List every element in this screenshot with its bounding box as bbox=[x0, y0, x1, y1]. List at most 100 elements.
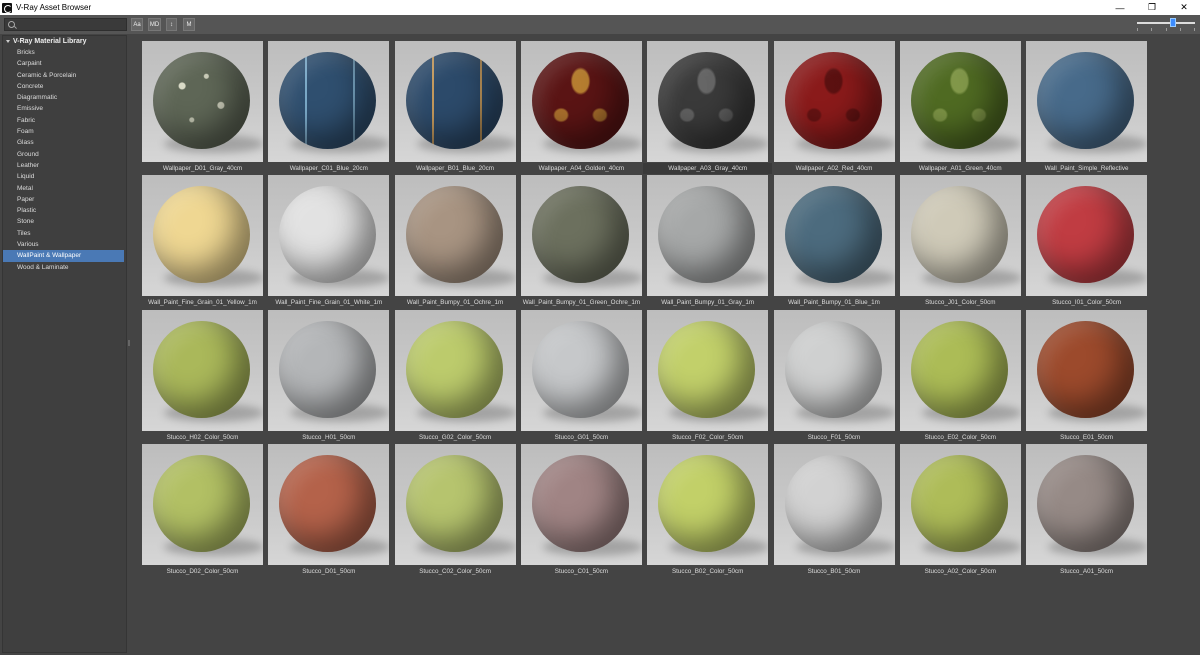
material-thumbnail[interactable] bbox=[520, 175, 642, 297]
material-thumbnail[interactable] bbox=[773, 175, 895, 297]
material-thumbnail[interactable] bbox=[268, 175, 390, 297]
material-tile[interactable]: Stucco_G01_50cm bbox=[520, 309, 642, 443]
material-thumbnail[interactable] bbox=[142, 309, 263, 431]
material-thumbnail[interactable] bbox=[394, 309, 516, 431]
slider-handle[interactable] bbox=[1169, 18, 1176, 27]
material-tile[interactable]: Stucco_F02_Color_50cm bbox=[647, 309, 769, 443]
material-tile[interactable]: Wall_Paint_Bumpy_01_Gray_1m bbox=[647, 175, 769, 308]
material-thumbnail[interactable] bbox=[520, 41, 642, 162]
sidebar-item-diagrammatic[interactable]: Diagrammatic bbox=[3, 92, 126, 103]
material-thumbnail[interactable] bbox=[1026, 309, 1148, 431]
material-tile[interactable]: Stucco_F01_50cm bbox=[773, 309, 895, 443]
material-tile[interactable]: Stucco_E02_Color_50cm bbox=[899, 309, 1021, 443]
sidebar-item-ceramic-porcelain[interactable]: Ceramic & Porcelain bbox=[3, 70, 126, 81]
material-thumbnail[interactable] bbox=[899, 175, 1021, 297]
material-tile[interactable]: Wallpaper_C01_Blue_20cm bbox=[268, 41, 390, 174]
sidebar-item-various[interactable]: Various bbox=[3, 239, 126, 250]
material-tile[interactable]: Stucco_D01_50cm bbox=[268, 443, 390, 577]
sidebar-item-bricks[interactable]: Bricks bbox=[3, 47, 126, 58]
sidebar-item-metal[interactable]: Metal bbox=[3, 183, 126, 194]
material-thumbnail[interactable] bbox=[142, 175, 263, 297]
match-case-button[interactable]: Aa bbox=[131, 18, 143, 31]
material-tile[interactable]: Wallpaper_A02_Red_40cm bbox=[773, 41, 895, 174]
material-tile[interactable]: Wall_Paint_Bumpy_01_Ochre_1m bbox=[394, 175, 516, 308]
sidebar-item-leather[interactable]: Leather bbox=[3, 160, 126, 171]
material-tile[interactable]: Wall_Paint_Fine_Grain_01_White_1m bbox=[268, 175, 390, 308]
sidebar-item-concrete[interactable]: Concrete bbox=[3, 81, 126, 92]
material-thumbnail[interactable] bbox=[773, 309, 895, 431]
material-thumbnail[interactable] bbox=[647, 443, 769, 565]
material-thumbnail[interactable] bbox=[394, 175, 516, 297]
material-thumbnail[interactable] bbox=[899, 443, 1021, 565]
material-tile[interactable]: Wall_Paint_Fine_Grain_01_Yellow_1m bbox=[142, 175, 263, 308]
search-box[interactable] bbox=[4, 18, 127, 31]
material-tile[interactable]: Wallpaper_A01_Green_40cm bbox=[899, 41, 1021, 174]
sidebar-item-carpaint[interactable]: Carpaint bbox=[3, 58, 126, 69]
m-filter-button[interactable]: M bbox=[183, 18, 195, 31]
thumbnail-size-slider[interactable] bbox=[1137, 22, 1195, 24]
sidebar-item-stone[interactable]: Stone bbox=[3, 216, 126, 227]
sidebar-item-tiles[interactable]: Tiles bbox=[3, 228, 126, 239]
material-thumbnail[interactable] bbox=[647, 41, 769, 162]
material-tile[interactable]: Stucco_J01_Color_50cm bbox=[899, 175, 1021, 308]
material-tile[interactable]: Stucco_D02_Color_50cm bbox=[142, 443, 263, 577]
material-thumbnail[interactable] bbox=[1026, 175, 1148, 297]
sort-button[interactable]: ↕ bbox=[166, 18, 177, 31]
material-thumbnail[interactable] bbox=[1026, 41, 1148, 162]
material-tile[interactable]: Wall_Paint_Bumpy_01_Green_Ochre_1m bbox=[520, 175, 642, 308]
material-tile[interactable]: Stucco_C01_50cm bbox=[520, 443, 642, 577]
sidebar-item-foam[interactable]: Foam bbox=[3, 126, 126, 137]
md-filter-button[interactable]: MD bbox=[148, 18, 161, 31]
sidebar-item-wood-laminate[interactable]: Wood & Laminate bbox=[3, 262, 126, 273]
sidebar-item-glass[interactable]: Glass bbox=[3, 137, 126, 148]
expand-arrow-icon[interactable] bbox=[6, 40, 10, 43]
material-tile[interactable]: Wallpaper_A04_Golden_40cm bbox=[520, 41, 642, 174]
material-thumbnail[interactable] bbox=[899, 41, 1021, 162]
material-tile[interactable]: Wallpaper_B01_Blue_20cm bbox=[394, 41, 516, 174]
maximize-button[interactable]: ❐ bbox=[1136, 0, 1168, 15]
sidebar-item-ground[interactable]: Ground bbox=[3, 149, 126, 160]
material-thumbnail[interactable] bbox=[773, 443, 895, 565]
material-thumbnail[interactable] bbox=[899, 309, 1021, 431]
material-thumbnail[interactable] bbox=[1026, 443, 1148, 565]
search-input[interactable] bbox=[18, 19, 123, 30]
material-thumbnail[interactable] bbox=[268, 443, 390, 565]
material-tile[interactable]: Wallpaper_D01_Gray_40cm bbox=[142, 41, 263, 174]
material-tile[interactable]: Stucco_B01_50cm bbox=[773, 443, 895, 577]
material-thumbnail[interactable] bbox=[394, 443, 516, 565]
material-sphere-preview bbox=[405, 454, 503, 552]
material-tile[interactable]: Stucco_A01_50cm bbox=[1026, 443, 1148, 577]
sidebar-item-fabric[interactable]: Fabric bbox=[3, 115, 126, 126]
material-tile[interactable]: Stucco_E01_50cm bbox=[1026, 309, 1148, 443]
material-thumbnail[interactable] bbox=[520, 309, 642, 431]
material-thumbnail[interactable] bbox=[394, 41, 516, 162]
material-thumbnail[interactable] bbox=[268, 41, 390, 162]
material-tile[interactable]: Stucco_G02_Color_50cm bbox=[394, 309, 516, 443]
material-tile[interactable]: Stucco_B02_Color_50cm bbox=[647, 443, 769, 577]
minimize-button[interactable]: — bbox=[1104, 0, 1136, 15]
sidebar-item-paper[interactable]: Paper bbox=[3, 194, 126, 205]
material-thumbnail[interactable] bbox=[647, 175, 769, 297]
material-tile[interactable]: Wall_Paint_Simple_Reflective bbox=[1026, 41, 1148, 174]
material-thumbnail[interactable] bbox=[520, 443, 642, 565]
material-thumbnail[interactable] bbox=[773, 41, 895, 162]
material-thumbnail[interactable] bbox=[142, 443, 263, 565]
material-tile[interactable]: Wallpaper_A03_Gray_40cm bbox=[643, 41, 773, 174]
material-tile[interactable]: Wall_Paint_Bumpy_01_Blue_1m bbox=[773, 175, 895, 308]
material-tile[interactable]: Stucco_I01_Color_50cm bbox=[1026, 175, 1148, 308]
sidebar-item-wallpaint-wallpaper[interactable]: WallPaint & Wallpaper bbox=[3, 250, 124, 262]
material-thumbnail[interactable] bbox=[142, 41, 263, 162]
sidebar-item-emissive[interactable]: Emissive bbox=[3, 103, 126, 114]
material-tile[interactable]: Stucco_H01_50cm bbox=[268, 309, 390, 443]
material-tile[interactable]: Stucco_C02_Color_50cm bbox=[394, 443, 516, 577]
material-thumbnail[interactable] bbox=[268, 309, 390, 431]
material-thumbnail[interactable] bbox=[647, 309, 769, 431]
splitter-handle[interactable] bbox=[128, 340, 130, 346]
material-name: Stucco_C01_50cm bbox=[554, 567, 608, 575]
sidebar-item-plastic[interactable]: Plastic bbox=[3, 205, 126, 216]
close-button[interactable]: ✕ bbox=[1168, 0, 1200, 15]
tree-root-item[interactable]: V-Ray Material Library bbox=[3, 36, 126, 47]
material-tile[interactable]: Stucco_A02_Color_50cm bbox=[899, 443, 1021, 577]
material-tile[interactable]: Stucco_H02_Color_50cm bbox=[142, 309, 263, 443]
sidebar-item-liquid[interactable]: Liquid bbox=[3, 171, 126, 182]
